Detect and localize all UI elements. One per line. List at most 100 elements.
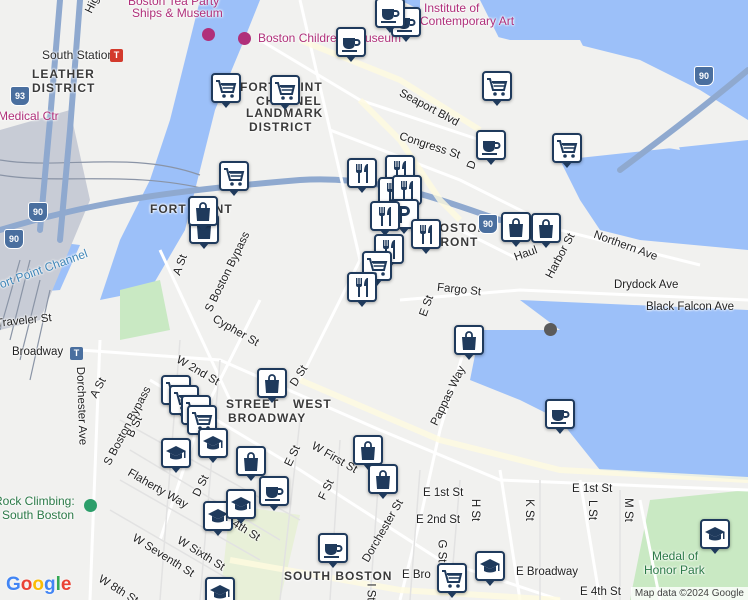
highway-90-shield-icon: 90 (4, 229, 24, 249)
shopping-marker[interactable] (236, 446, 266, 481)
grocery-marker[interactable] (270, 75, 300, 110)
restaurant-icon (356, 278, 368, 297)
label-h-st: H St (469, 498, 482, 522)
grocery-icon (487, 78, 508, 96)
shopping-marker[interactable] (368, 464, 398, 499)
school-marker[interactable] (205, 577, 235, 600)
highway-90c-shield-icon: 90 (694, 66, 714, 86)
shopping-icon (244, 452, 258, 471)
pier (520, 40, 620, 130)
highway-90d-shield-icon: 90 (28, 202, 48, 222)
label-rock-climbing-1[interactable]: Rock Climbing: (0, 494, 75, 508)
restaurant-marker[interactable] (347, 272, 377, 307)
shopping-icon (462, 331, 476, 350)
transit-south-station-icon[interactable]: T (110, 49, 123, 62)
coffee-icon (324, 544, 343, 558)
school-icon (203, 436, 223, 450)
grocery-marker[interactable] (482, 71, 512, 106)
grocery-icon (275, 82, 296, 100)
grocery-marker[interactable] (437, 563, 467, 598)
school-marker[interactable] (161, 438, 191, 473)
school-marker[interactable] (226, 489, 256, 524)
shopping-marker[interactable] (454, 325, 484, 360)
restaurant-icon (379, 207, 391, 226)
coffee-marker[interactable] (336, 27, 366, 62)
label-g-st: G St (435, 539, 448, 563)
grocery-marker[interactable] (219, 161, 249, 196)
shopping-marker[interactable] (257, 368, 287, 403)
label-m-st: M St (621, 498, 634, 522)
school-marker[interactable] (475, 551, 505, 586)
restaurant-marker[interactable] (347, 158, 377, 193)
landmark-pin-icon[interactable] (544, 323, 557, 336)
school-marker[interactable] (198, 428, 228, 463)
school-marker[interactable] (700, 519, 730, 554)
grocery-icon (216, 80, 237, 98)
restaurant-icon (401, 181, 413, 200)
coffee-icon (342, 38, 361, 52)
label-south-station[interactable]: South Station (42, 48, 114, 62)
coffee-marker[interactable] (318, 533, 348, 568)
highway-90b-shield-icon: 90 (478, 214, 498, 234)
coffee-marker[interactable] (375, 0, 405, 33)
coffee-icon (265, 487, 284, 501)
rock-climbing-pin-icon[interactable] (84, 499, 97, 512)
label-k-st: K St (522, 499, 535, 521)
school-icon (705, 527, 725, 541)
label-medical-ctr[interactable]: Medical Ctr (0, 109, 59, 123)
school-icon (210, 585, 230, 599)
label-medal-of-honor-2[interactable]: Honor Park (644, 563, 705, 577)
label-e-1st-st-2: E 1st St (572, 483, 613, 495)
google-logo: Google (6, 574, 72, 595)
label-ships-museum[interactable]: Ships & Museum (132, 6, 223, 20)
label-broadway: Broadway (12, 346, 64, 358)
shopping-icon (509, 218, 523, 237)
label-l-st: L St (586, 499, 599, 521)
label-childrens-museum[interactable]: Boston Chil­dren's Museum (258, 31, 401, 45)
shopping-icon (539, 219, 553, 238)
label-e-4th-st: E 4th St (580, 586, 621, 598)
restaurant-icon (420, 225, 432, 244)
map-canvas[interactable]: Boston Tea Party Ships & Museum Boston C… (0, 0, 748, 600)
school-icon (166, 446, 186, 460)
restaurant-marker[interactable] (370, 201, 400, 236)
label-black-falcon-ave: Black Falcon Ave (646, 301, 735, 313)
label-south-boston: SOUTH BOSTON (284, 569, 393, 583)
harbor-water-east (560, 140, 748, 250)
coffee-icon (551, 410, 570, 424)
park-area (120, 280, 170, 340)
shopping-marker[interactable] (353, 435, 383, 470)
label-institute[interactable]: Institute of (424, 1, 479, 15)
shopping-icon (376, 470, 390, 489)
shopping-marker[interactable] (531, 213, 561, 248)
label-e-2nd-st: E 2nd St (416, 514, 461, 526)
label-west-broadway-2: BROADWAY (228, 411, 307, 425)
grocery-icon (557, 140, 578, 158)
shopping-icon (196, 202, 210, 221)
shopping-marker[interactable] (188, 196, 218, 231)
coffee-marker[interactable] (545, 399, 575, 434)
label-medal-of-honor-1[interactable]: Medal of (652, 549, 698, 563)
grocery-marker[interactable] (211, 73, 241, 108)
grocery-marker[interactable] (552, 133, 582, 168)
coffee-marker[interactable] (476, 130, 506, 165)
shopping-icon (265, 374, 279, 393)
label-leather-district-1: LEATHER (32, 67, 95, 81)
label-e-1st-st: E 1st St (423, 487, 464, 499)
label-contemporary-art[interactable]: Contemporary Art (420, 14, 514, 28)
grocery-icon (224, 168, 245, 186)
shopping-marker[interactable] (501, 212, 531, 247)
school-icon (231, 497, 251, 511)
label-e-broadway-west: E Bro (402, 569, 431, 581)
label-fort-point-landmark-4: DISTRICT (249, 120, 313, 134)
label-west-broadway-1: WEST (293, 397, 332, 411)
coffee-marker[interactable] (259, 476, 289, 511)
transit-icon[interactable]: T (70, 347, 83, 360)
highway-93-shield-icon: 93 (10, 86, 30, 106)
label-rock-climbing-2[interactable]: South Boston (2, 508, 74, 522)
restaurant-marker[interactable] (411, 219, 441, 254)
museum-pin-2-icon[interactable] (238, 32, 251, 45)
shopping-icon (361, 441, 375, 460)
museum-pin-icon[interactable] (202, 28, 215, 41)
map-attribution[interactable]: Map data ©2024 Google (630, 587, 748, 600)
